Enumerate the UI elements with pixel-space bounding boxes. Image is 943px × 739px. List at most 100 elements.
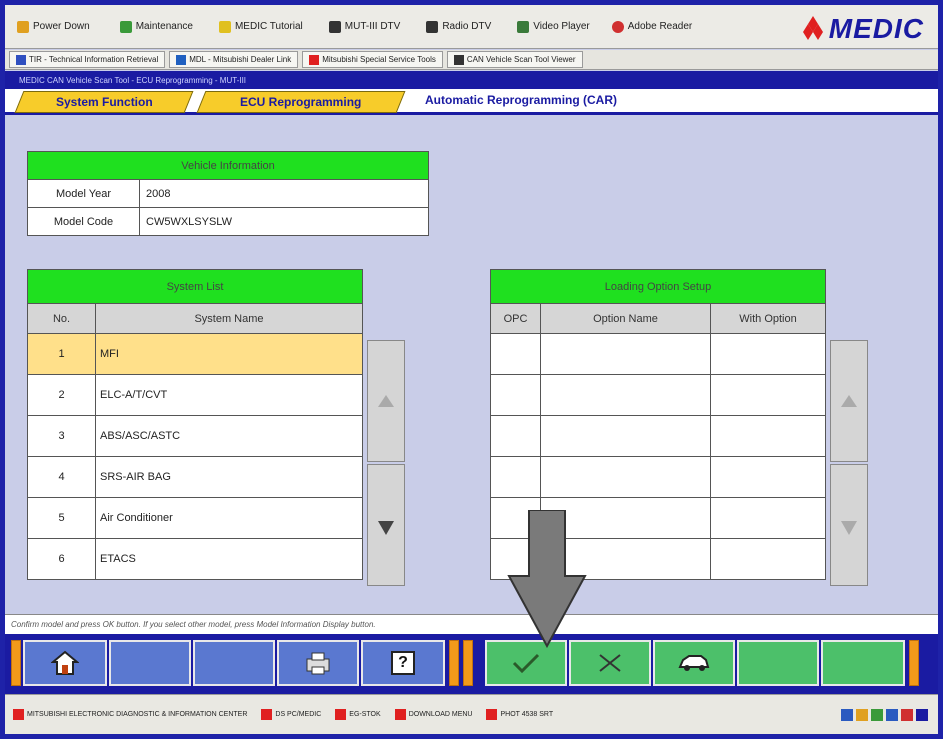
shortcut-tabs: TIR - Technical Information Retrieval MD… — [5, 50, 938, 70]
table-row[interactable]: 1 MFI — [27, 333, 363, 375]
pointer-arrow-icon — [507, 510, 587, 648]
tray-icon[interactable] — [886, 708, 898, 721]
blank-button-2[interactable] — [193, 640, 275, 686]
table-row[interactable]: 2 ELC-A/T/CVT — [27, 374, 363, 416]
option-scroll-down-button[interactable] — [830, 464, 868, 586]
toolbar-label: Radio DTV — [442, 21, 492, 32]
table-row[interactable] — [490, 456, 826, 498]
brand-name: MEDIC — [828, 13, 924, 44]
vehicle-info-header: Vehicle Information — [27, 151, 429, 180]
tab-automatic-reprogramming[interactable]: Automatic Reprogramming (CAR) — [425, 93, 617, 107]
tab-can-viewer[interactable]: CAN Vehicle Scan Tool Viewer — [446, 51, 583, 68]
bar-cap-mid-right — [463, 640, 473, 686]
col-with-option: With Option — [710, 303, 826, 334]
tab-special-tools[interactable]: Mitsubishi Special Service Tools — [302, 51, 443, 68]
table-row[interactable]: 6 ETACS — [27, 538, 363, 580]
mut-icon — [328, 20, 341, 33]
tray-icon[interactable] — [841, 708, 853, 721]
table-row[interactable]: 5 Air Conditioner — [27, 497, 363, 539]
toolbar-radio-dtv[interactable]: Radio DTV — [426, 17, 491, 37]
tab-ecu-reprogramming[interactable]: ECU Reprogramming — [196, 91, 406, 113]
row-system-name: ETACS — [95, 538, 363, 580]
wrench-icon — [119, 20, 132, 33]
mdl-icon — [176, 54, 187, 65]
task-label: DS PC/MEDIC — [275, 711, 322, 718]
scroll-up-icon — [841, 395, 857, 407]
print-button[interactable] — [277, 640, 359, 686]
system-scroll-up-button[interactable] — [367, 340, 405, 462]
window-titlebar: MEDIC CAN Vehicle Scan Tool - ECU Reprog… — [5, 71, 938, 89]
tray-icon[interactable] — [916, 708, 928, 721]
model-year-label: Model Year — [27, 179, 140, 208]
blank-button-3[interactable] — [737, 640, 819, 686]
row-system-name: ABS/ASC/ASTC — [95, 415, 363, 457]
task-download-menu[interactable]: DOWNLOAD MENU — [394, 709, 472, 720]
toolbar-label: Adobe Reader — [627, 21, 693, 32]
application-window: Power Down Maintenance MEDIC Tutorial MU… — [0, 0, 943, 739]
col-no: No. — [27, 303, 96, 334]
bar-cap-mid-left — [449, 640, 459, 686]
row-system-name: Air Conditioner — [95, 497, 363, 539]
mitsubishi-icon — [309, 54, 320, 65]
row-system-name: MFI — [95, 333, 363, 375]
system-list-header: System List — [27, 269, 363, 304]
row-no: 2 — [27, 374, 96, 416]
toolbar-mut-dtv[interactable]: MUT-III DTV — [328, 17, 401, 37]
tab-label: ECU Reprogramming — [240, 95, 362, 109]
mitsubishi-icon — [13, 709, 24, 720]
model-code-label: Model Code — [27, 207, 140, 236]
toolbar-maintenance[interactable]: Maintenance — [119, 17, 193, 37]
help-icon: ? — [391, 651, 415, 675]
mitsubishi-logo-icon — [802, 16, 823, 40]
tutorial-icon — [218, 20, 231, 33]
system-scroll-down-button[interactable] — [367, 464, 405, 586]
toolbar-label: Power Down — [33, 21, 90, 32]
toolbar-power-down[interactable]: Power Down — [17, 17, 90, 37]
tab-system-function[interactable]: System Function — [14, 91, 194, 113]
task-medic-center[interactable]: MITSUBISHI ELECTRONIC DIAGNOSTIC & INFOR… — [13, 709, 247, 720]
table-row[interactable]: 3 ABS/ASC/ASTC — [27, 415, 363, 457]
task-eg-stok[interactable]: EG-STOK — [335, 709, 381, 720]
tray-icon[interactable] — [871, 708, 883, 721]
bar-cap-right — [909, 640, 919, 686]
tir-icon — [16, 54, 26, 65]
power-icon — [17, 20, 29, 33]
table-row[interactable] — [490, 415, 826, 457]
col-option-name: Option Name — [540, 303, 711, 334]
tab-label: TIR - Technical Information Retrieval — [29, 55, 159, 64]
tab-mdl[interactable]: MDL - Mitsubishi Dealer Link — [169, 51, 299, 68]
option-scroll-up-button[interactable] — [830, 340, 868, 462]
task-label: MITSUBISHI ELECTRONIC DIAGNOSTIC & INFOR… — [27, 711, 248, 718]
tab-tir[interactable]: TIR - Technical Information Retrieval — [9, 51, 166, 68]
tab-label: MDL - Mitsubishi Dealer Link — [189, 55, 292, 64]
print-icon — [306, 652, 330, 675]
table-row[interactable]: 4 SRS-AIR BAG — [27, 456, 363, 498]
scroll-down-icon — [378, 521, 394, 535]
tray-icon[interactable] — [856, 708, 868, 721]
table-row[interactable] — [490, 374, 826, 416]
bar-cap-left — [11, 640, 21, 686]
status-message: Confirm model and press OK button. If yo… — [5, 614, 938, 634]
toolbar-label: MUT-III DTV — [344, 21, 401, 32]
taskbar: MITSUBISHI ELECTRONIC DIAGNOSTIC & INFOR… — [5, 694, 938, 734]
blank-button-1[interactable] — [109, 640, 191, 686]
adobe-icon — [611, 20, 624, 33]
task-ds-pc[interactable]: DS PC/MEDIC — [261, 709, 321, 720]
vehicle-button[interactable] — [653, 640, 735, 686]
mitsubishi-icon — [486, 709, 498, 720]
home-button[interactable] — [23, 640, 107, 686]
car-icon — [678, 655, 710, 671]
table-row[interactable] — [490, 333, 826, 375]
row-no: 6 — [27, 538, 96, 580]
row-no: 5 — [27, 497, 96, 539]
task-phot[interactable]: PHOT 4538 SRT — [486, 709, 553, 720]
help-button[interactable]: ? — [361, 640, 445, 686]
blank-button-4[interactable] — [821, 640, 905, 686]
scroll-up-icon — [378, 395, 394, 407]
toolbar-adobe-reader[interactable]: Adobe Reader — [611, 17, 693, 37]
model-code-value: CW5WXLSYSLW — [139, 207, 429, 236]
toolbar-medic-tutorial[interactable]: MEDIC Tutorial — [218, 17, 303, 37]
tray-icon[interactable] — [901, 708, 913, 721]
toolbar-video-player[interactable]: Video Player — [517, 17, 590, 37]
bottom-button-bar: ? — [5, 634, 938, 694]
